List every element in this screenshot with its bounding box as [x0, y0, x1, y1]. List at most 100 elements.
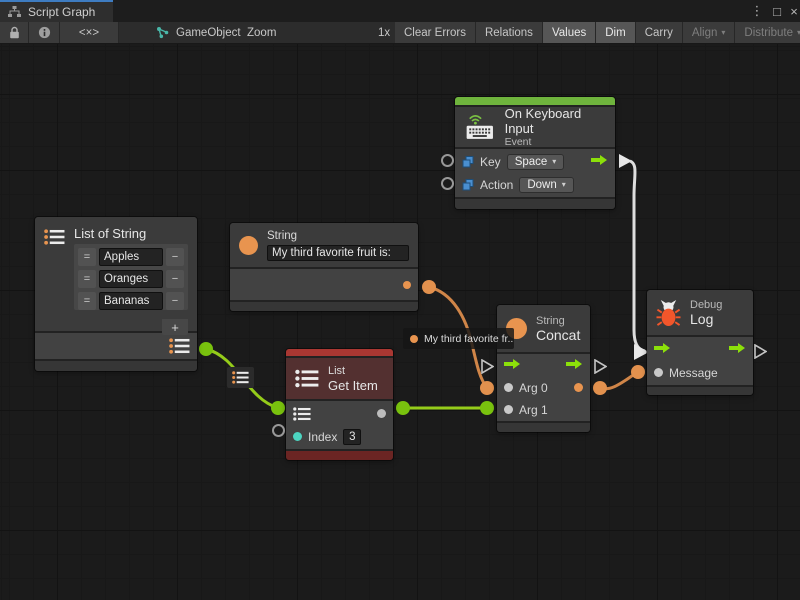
node-concat[interactable]: String Concat Arg 0 Arg 1 — [497, 305, 590, 432]
remove-item-button[interactable]: − — [166, 292, 184, 310]
unconnected-port-circle[interactable] — [272, 424, 285, 437]
unconnected-flow-triangle[interactable] — [481, 359, 494, 374]
info-icon — [38, 26, 51, 39]
flow-out-port[interactable] — [591, 154, 608, 169]
align-dropdown[interactable]: Align ▾ — [683, 22, 736, 43]
clear-errors-button[interactable]: Clear Errors — [395, 22, 476, 43]
node-title: Get Item — [328, 378, 378, 393]
item-input[interactable] — [99, 270, 163, 288]
gameobject-icon — [156, 26, 170, 39]
node-string-literal[interactable]: String — [230, 223, 418, 311]
list-input-port[interactable] — [293, 407, 311, 421]
key-port-icon — [462, 156, 474, 168]
flow-in-port[interactable] — [654, 342, 671, 357]
add-item-button[interactable]: + — [162, 319, 188, 335]
node-debug-log[interactable]: Debug Log Message — [647, 290, 753, 395]
node-subtitle: Event — [505, 136, 606, 149]
window-maximize-icon[interactable]: □ — [768, 0, 786, 22]
message-input-port[interactable] — [654, 368, 663, 377]
code-view-button[interactable]: <×> — [60, 22, 119, 43]
align-label: Align — [692, 27, 718, 39]
index-input[interactable] — [343, 429, 361, 445]
error-strip-bottom — [286, 451, 393, 460]
relations-button[interactable]: Relations — [476, 22, 543, 43]
key-caret-icon: ▾ — [552, 157, 556, 166]
remove-item-button[interactable]: − — [166, 270, 184, 288]
key-dropdown[interactable]: Space ▾ — [507, 154, 565, 170]
node-title: Concat — [536, 328, 580, 343]
list-icon — [232, 371, 249, 384]
arg1-input-port[interactable] — [504, 405, 513, 414]
string-type-dot — [410, 335, 418, 343]
lock-button[interactable] — [0, 22, 29, 43]
bug-icon — [656, 299, 681, 327]
value-preview-tooltip: My third favorite fr... — [403, 328, 514, 349]
list-editor: = − = − = − — [74, 244, 188, 310]
list-item-row: = − — [78, 292, 184, 310]
values-toggle[interactable]: Values — [543, 22, 596, 43]
index-label: Index — [308, 430, 337, 444]
tab-script-graph[interactable]: Script Graph — [0, 0, 113, 22]
info-button[interactable] — [29, 22, 60, 43]
message-label: Message — [669, 366, 718, 380]
result-output-port[interactable] — [574, 383, 583, 392]
node-category: List — [328, 365, 378, 378]
index-input-port[interactable] — [293, 432, 302, 441]
drag-handle[interactable]: = — [78, 270, 96, 288]
flow-out-port[interactable] — [566, 358, 583, 373]
node-title: On Keyboard Input — [505, 106, 606, 136]
dim-toggle[interactable]: Dim — [596, 22, 635, 43]
error-strip — [286, 349, 393, 356]
item-input[interactable] — [99, 248, 163, 266]
lock-icon — [9, 26, 20, 39]
unconnected-port-circle[interactable] — [441, 177, 454, 190]
graph-toolbar: <×> GameObject Zoom 1x Clear Errors Rela… — [0, 22, 800, 44]
key-value: Space — [515, 156, 548, 168]
item-input[interactable] — [99, 292, 163, 310]
list-item-row: = − — [78, 270, 184, 288]
list-icon — [295, 369, 319, 388]
arg1-label: Arg 1 — [519, 403, 548, 417]
arg0-input-port[interactable] — [504, 383, 513, 392]
drag-handle[interactable]: = — [78, 248, 96, 266]
align-caret-icon: ▾ — [721, 28, 725, 37]
arg0-label: Arg 0 — [519, 381, 548, 395]
graph-tab-icon — [8, 6, 21, 18]
gameobject-target[interactable]: GameObject — [156, 22, 241, 43]
unconnected-flow-triangle[interactable] — [754, 344, 767, 359]
item-output-port[interactable] — [377, 409, 386, 418]
list-icon — [44, 226, 65, 248]
node-on-keyboard-input[interactable]: On Keyboard Input Event Key Space ▾ — [455, 97, 615, 209]
string-output-port[interactable] — [403, 281, 411, 289]
key-label: Key — [480, 155, 501, 169]
list-output-port[interactable] — [169, 338, 190, 354]
node-list-of-string[interactable]: List of String = − = − = — [35, 217, 197, 371]
carry-toggle[interactable]: Carry — [636, 22, 683, 43]
list-item-row: = − — [78, 248, 184, 266]
wire-type-chip — [227, 367, 254, 388]
string-value-input[interactable] — [267, 245, 409, 261]
distribute-label: Distribute — [744, 27, 793, 39]
drag-handle[interactable]: = — [78, 292, 96, 310]
action-dropdown[interactable]: Down ▾ — [519, 177, 573, 193]
node-title: Log — [690, 312, 722, 327]
node-title: List of String — [74, 226, 188, 241]
flow-in-port[interactable] — [504, 358, 521, 373]
action-port-icon — [462, 179, 474, 191]
script-graph-window: Script Graph ⋮ □ × <×> — [0, 0, 800, 600]
keyboard-icon — [464, 114, 496, 141]
tab-title: Script Graph — [28, 5, 95, 19]
remove-item-button[interactable]: − — [166, 248, 184, 266]
node-get-item[interactable]: List Get Item Index — [286, 349, 393, 460]
title-bar: Script Graph ⋮ □ × — [0, 0, 800, 22]
unconnected-port-circle[interactable] — [441, 154, 454, 167]
node-category: Debug — [690, 299, 722, 312]
window-close-icon[interactable]: × — [785, 0, 800, 22]
value-preview-text: My third favorite fr... — [424, 333, 514, 345]
flow-out-port[interactable] — [729, 342, 746, 357]
node-category: String — [536, 315, 580, 328]
string-icon — [239, 236, 258, 255]
unconnected-flow-triangle[interactable] — [594, 359, 607, 374]
distribute-dropdown[interactable]: Distribute ▾ — [735, 22, 800, 43]
window-menu-icon[interactable]: ⋮ — [748, 0, 766, 22]
